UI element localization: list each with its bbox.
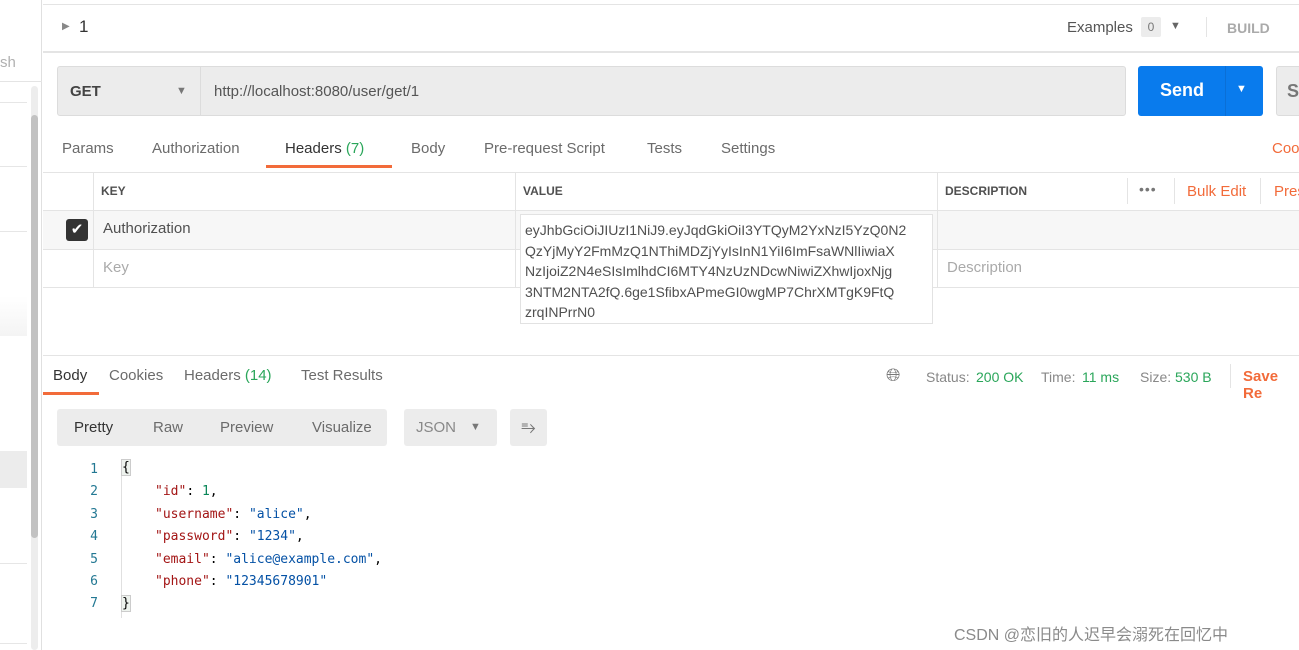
json-line-username: "username": "alice",: [155, 507, 312, 522]
json-value-email: "alice@example.com": [225, 552, 375, 567]
save-response-button[interactable]: Save Re: [1243, 368, 1299, 402]
sidebar-item-selected[interactable]: [0, 451, 27, 488]
sidebar-partial-label: sh: [0, 54, 16, 71]
method-value: GET: [70, 83, 101, 100]
view-mode-pretty[interactable]: Pretty: [74, 419, 113, 436]
tab-settings[interactable]: Settings: [721, 140, 775, 157]
watermark: CSDN @恋旧的人迟早会溺死在回忆中: [954, 627, 1229, 644]
active-response-tab-indicator: [43, 392, 99, 395]
header-value-line: 3NTM2NTA2fQ.6ge1SfibxAPmeGI0wgMP7ChrXMTg…: [525, 283, 895, 300]
sidebar-scrollbar-thumb[interactable]: [31, 115, 38, 538]
examples-dropdown-icon[interactable]: ▼: [1170, 20, 1181, 32]
json-value-password: "1234": [248, 529, 296, 544]
column-header-key: KEY: [101, 184, 126, 198]
line-number: 7: [90, 596, 98, 611]
status-value: 200 OK: [976, 369, 1024, 385]
tab-body[interactable]: Body: [411, 140, 445, 157]
header-value-expanded[interactable]: eyJhbGciOiJIUzI1NiJ9.eyJqdGkiOiI3YTQyM2Y…: [520, 214, 933, 324]
sidebar: sh: [0, 0, 42, 650]
tab-pre-request-script[interactable]: Pre-request Script: [484, 140, 605, 157]
view-mode-group: Pretty Raw Preview Visualize: [57, 409, 387, 446]
tab-headers[interactable]: Headers (7): [285, 140, 364, 157]
new-description-input[interactable]: Description: [947, 259, 1022, 276]
json-open-brace: {: [121, 459, 131, 476]
response-tab-cookies[interactable]: Cookies: [109, 367, 163, 384]
time-label: Time:: [1041, 369, 1076, 385]
bulk-edit-link[interactable]: Bulk Edit: [1187, 183, 1246, 200]
sidebar-item[interactable]: [0, 391, 27, 424]
format-value: JSON: [416, 419, 457, 436]
wrap-lines-icon[interactable]: ⥱: [510, 409, 547, 446]
tab-params[interactable]: Params: [62, 140, 114, 157]
json-line-phone: "phone": "12345678901": [155, 574, 328, 589]
header-value-line: NzIjoiZ2N4eSIsImlhdCI6MTY4NzUzNDcwNiwiZX…: [525, 263, 893, 280]
save-button[interactable]: Sa: [1276, 66, 1299, 116]
format-select[interactable]: JSON ▼: [404, 409, 497, 446]
line-number: 4: [90, 529, 98, 544]
size-label: Size:: [1140, 369, 1172, 385]
new-key-input[interactable]: Key: [103, 259, 129, 276]
chevron-down-icon: ▼: [176, 85, 187, 97]
chevron-down-icon: ▼: [470, 421, 481, 433]
url-input[interactable]: http://localhost:8080/user/get/1: [200, 66, 1126, 116]
view-mode-preview[interactable]: Preview: [220, 419, 273, 436]
size-value: 530 B: [1175, 369, 1212, 385]
tab-tests[interactable]: Tests: [647, 140, 682, 157]
sidebar-item[interactable]: [0, 296, 27, 336]
header-value-line: zrqINPrrN0: [525, 304, 596, 321]
column-header-description: DESCRIPTION: [945, 184, 1028, 198]
header-enabled-checkbox[interactable]: ✔: [66, 219, 88, 241]
build-mode-button[interactable]: BUILD: [1227, 20, 1270, 36]
json-line-id: "id": 1,: [155, 484, 218, 499]
cookies-link[interactable]: Coo: [1272, 140, 1299, 157]
json-line-password: "password": "1234",: [155, 529, 304, 544]
response-tab-body[interactable]: Body: [53, 367, 87, 384]
view-mode-raw[interactable]: Raw: [153, 419, 183, 436]
status-label: Status:: [926, 369, 970, 385]
json-close-brace: }: [121, 595, 131, 612]
response-tab-headers[interactable]: Headers (14): [184, 367, 272, 384]
globe-icon[interactable]: 🌐︎: [886, 365, 900, 386]
header-value-line: QzYjMyY2FmMzQ1NThiMDZjYyIsInN1YiI6ImFsaW…: [525, 242, 895, 259]
time-value: 11 ms: [1082, 369, 1120, 385]
more-options-icon[interactable]: •••: [1139, 181, 1157, 197]
json-value-username: "alice": [248, 507, 304, 522]
line-number: 1: [90, 462, 98, 477]
headers-count: (7): [345, 140, 365, 157]
response-tab-test-results[interactable]: Test Results: [301, 367, 383, 384]
request-name[interactable]: 1: [79, 17, 88, 37]
header-key[interactable]: Authorization: [103, 220, 191, 237]
send-button[interactable]: Send ▼: [1138, 66, 1263, 116]
request-name-row: ▶ 1 Examples 0 ▼ BUILD: [43, 5, 1299, 53]
save-label: Sa: [1287, 81, 1299, 101]
line-number: 6: [90, 574, 98, 589]
caret-right-icon[interactable]: ▶: [62, 21, 70, 32]
json-value-phone: "12345678901": [225, 574, 328, 589]
response-headers-label: Headers: [184, 367, 241, 384]
response-headers-count: (14): [244, 367, 272, 384]
line-number: 5: [90, 552, 98, 567]
view-mode-visualize[interactable]: Visualize: [312, 419, 372, 436]
send-dropdown-icon[interactable]: ▼: [1236, 83, 1247, 95]
tab-authorization[interactable]: Authorization: [152, 140, 240, 157]
examples-label[interactable]: Examples: [1067, 19, 1133, 36]
method-select[interactable]: GET ▼: [57, 66, 201, 116]
json-value-id: 1: [201, 484, 210, 499]
line-number: 2: [90, 484, 98, 499]
send-label: Send: [1160, 80, 1205, 100]
url-value: http://localhost:8080/user/get/1: [214, 83, 420, 100]
active-tab-indicator: [266, 165, 392, 168]
examples-count-badge: 0: [1141, 17, 1161, 37]
presets-link[interactable]: Pres: [1274, 183, 1299, 200]
json-line-email: "email": "alice@example.com",: [155, 552, 382, 567]
tab-headers-label: Headers: [285, 140, 342, 157]
line-number: 3: [90, 507, 98, 522]
header-value-line: eyJhbGciOiJIUzI1NiJ9.eyJqdGkiOiI3YTQyM2Y…: [525, 222, 907, 238]
column-header-value: VALUE: [523, 184, 563, 198]
